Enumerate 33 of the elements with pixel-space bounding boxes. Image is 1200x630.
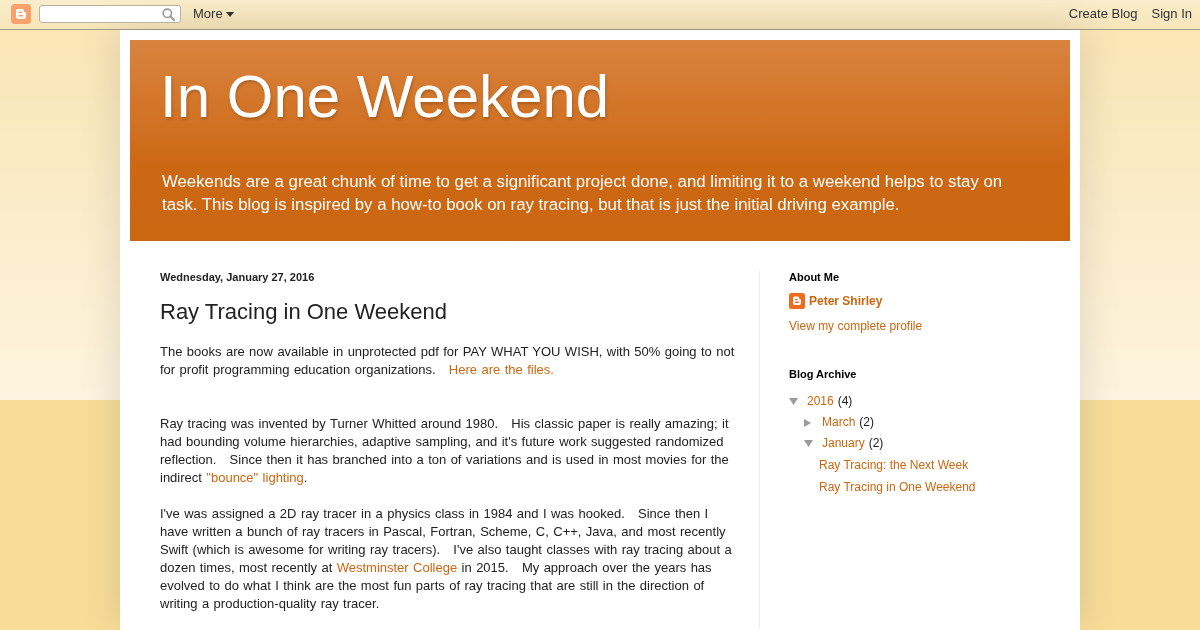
profile-link[interactable]: View my complete profile xyxy=(789,319,923,334)
search-icon[interactable] xyxy=(162,7,175,21)
archive-link[interactable]: 2016 xyxy=(807,394,834,409)
text-link[interactable]: Westminster College xyxy=(336,560,458,575)
archive-link[interactable]: January xyxy=(822,436,865,451)
down-triangle-icon[interactable] xyxy=(804,440,813,447)
top-bar-link[interactable]: Sign In xyxy=(1151,6,1192,22)
widget-heading: About Me xyxy=(789,271,841,284)
post-date: Wednesday, January 27, 2016 xyxy=(160,271,316,284)
search-field[interactable] xyxy=(39,5,181,23)
widget-heading: Blog Archive xyxy=(789,368,858,381)
archive-count: (2) xyxy=(859,415,874,430)
post-paragraph: Ray tracing was invented by Turner Whitted around 1980. His classic paper is really amazing; it had bounding volume hierarchies, adaptive sampling, and it's future work suggested randomized reflection. Since then it has branched into a ton of variations and is used in most movies for the indirect "bounce" lighting. xyxy=(160,415,730,487)
text-link[interactable]: Here are the files. xyxy=(448,362,554,377)
blog-title: In One Weekend xyxy=(160,62,611,131)
archive-link[interactable]: Ray Tracing in One Weekend xyxy=(819,479,976,495)
down-triangle-icon[interactable] xyxy=(789,398,798,405)
blog-description: Weekends are a great chunk of time to get a significant project done, and limiting it to a weekend helps to stay on task. This blog is inspired by a how-to book on ray tracing, but that is just the initial driving example. xyxy=(161,171,1004,216)
top-bar-link[interactable]: Create Blog xyxy=(1068,6,1138,22)
logo-icon xyxy=(789,293,805,309)
archive-count: (4) xyxy=(837,394,853,409)
archive-count: (2) xyxy=(868,436,884,451)
post-title[interactable]: Ray Tracing in One Weekend xyxy=(160,299,737,325)
text-link[interactable]: "bounce" lighting xyxy=(206,470,304,485)
right-triangle-icon[interactable] xyxy=(804,418,811,427)
profile-name-link[interactable]: Peter Shirley xyxy=(809,293,883,309)
more-menu-button[interactable]: More xyxy=(193,6,234,22)
post-paragraph: I've was assigned a 2D ray tracer in a physics class in 1984 and I was hooked. Since then I have written a bunch of ray tracers in Pascal, Fortran, Scheme, C, C++, Java, and most recently Swift (which is awesome for writing ray tracers). I've also taught classes with ray tracing about a dozen times, most recently at Westminster College in 2015. My approach over the years has evolved to do what I think are the most fun parts of ray tracing that are still in the direction of writing a production-quality ray tracer. xyxy=(160,505,733,613)
logo-icon[interactable] xyxy=(11,4,31,24)
post-paragraph: The books are now available in unprotected pdf for PAY WHAT YOU WISH, with 50% going to not for profit programming education organizations. Here are the files. xyxy=(160,343,736,379)
archive-link[interactable]: Ray Tracing: the Next Week xyxy=(819,457,969,473)
archive-link[interactable]: March xyxy=(822,415,856,430)
caret-icon[interactable] xyxy=(225,11,234,17)
